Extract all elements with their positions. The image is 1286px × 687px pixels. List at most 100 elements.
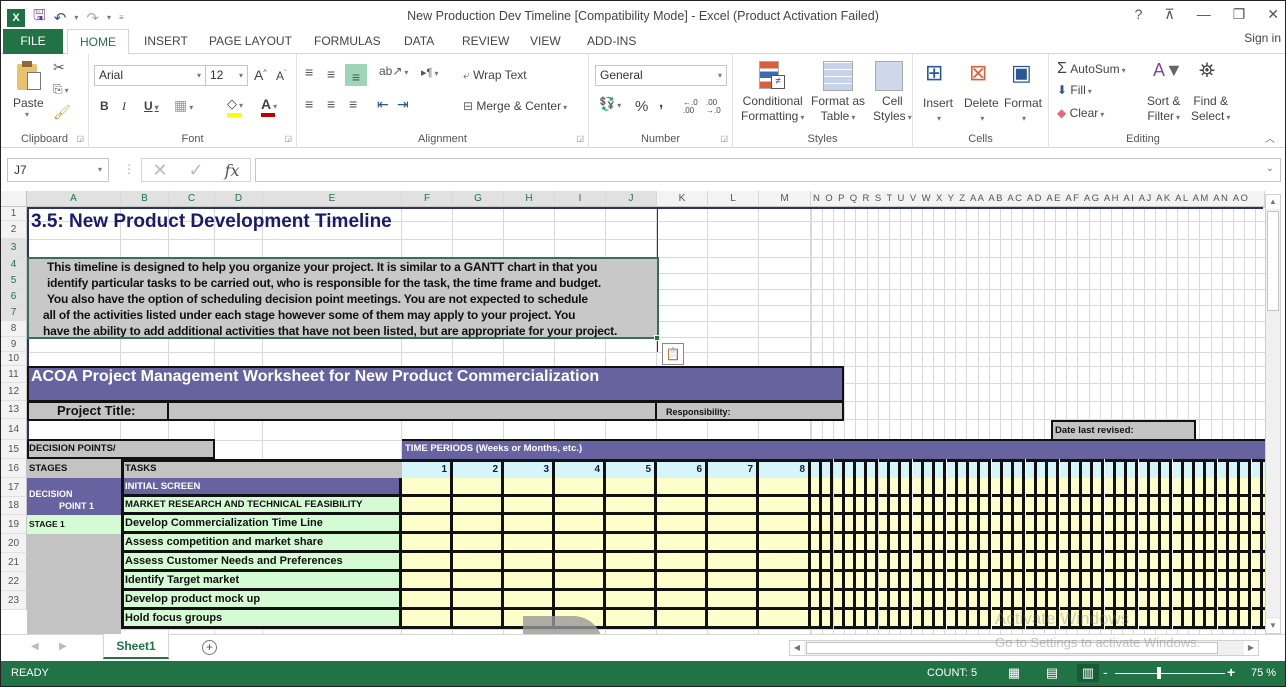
gantt-cell[interactable] <box>856 553 867 572</box>
merge-center-button[interactable]: ⊟ Merge & Center ▾ <box>463 99 567 113</box>
time-period-cell[interactable] <box>969 459 980 478</box>
gantt-cell[interactable] <box>879 515 890 534</box>
gantt-cell[interactable] <box>1105 591 1116 610</box>
gantt-cell[interactable] <box>969 591 980 610</box>
conditional-formatting-button[interactable]: Conditional Formatting ▾ <box>741 94 804 125</box>
gantt-cell[interactable] <box>992 534 1003 553</box>
time-period-cell[interactable] <box>935 459 946 478</box>
gantt-cell[interactable] <box>1150 610 1161 629</box>
gantt-cell[interactable] <box>657 497 708 515</box>
gantt-cell[interactable] <box>1173 497 1184 515</box>
gantt-cell[interactable] <box>992 553 1003 572</box>
gantt-cell[interactable] <box>1082 497 1093 515</box>
gantt-cell[interactable] <box>913 478 924 497</box>
gantt-cell[interactable] <box>958 515 969 534</box>
time-period-cell[interactable] <box>1184 459 1195 478</box>
time-period-cell[interactable] <box>1082 459 1093 478</box>
gantt-cell[interactable] <box>1003 478 1014 497</box>
column-header[interactable]: E <box>263 191 402 207</box>
gantt-cell[interactable] <box>845 497 856 515</box>
gantt-cell[interactable] <box>834 572 845 591</box>
gantt-cell[interactable] <box>1127 534 1138 553</box>
vertical-scroll-thumb[interactable] <box>1267 211 1279 311</box>
gantt-cell[interactable] <box>901 610 912 629</box>
gantt-cell[interactable] <box>1195 515 1206 534</box>
gantt-cell[interactable] <box>1206 572 1217 591</box>
row-header[interactable]: 11 <box>1 366 27 383</box>
gantt-cell[interactable] <box>958 497 969 515</box>
gantt-cell[interactable] <box>901 497 912 515</box>
gantt-cell[interactable] <box>1071 478 1082 497</box>
gantt-cell[interactable] <box>402 610 453 629</box>
alignment-launcher-icon[interactable]: ◲ <box>576 134 584 143</box>
gantt-cell[interactable] <box>1116 534 1127 553</box>
gantt-cell[interactable] <box>1093 478 1104 497</box>
gantt-cell[interactable] <box>402 515 453 534</box>
time-period-cell[interactable] <box>924 459 935 478</box>
gantt-cell[interactable] <box>811 610 822 629</box>
gantt-cell[interactable] <box>708 515 759 534</box>
gantt-cell[interactable] <box>822 610 833 629</box>
gantt-cell[interactable] <box>657 534 708 553</box>
time-period-cell[interactable] <box>1060 459 1071 478</box>
paste-options-icon[interactable]: 📋 <box>662 343 684 365</box>
gantt-cell[interactable] <box>1071 497 1082 515</box>
gantt-cell[interactable] <box>1105 515 1116 534</box>
gantt-cell[interactable] <box>657 572 708 591</box>
gantt-cell[interactable] <box>980 497 991 515</box>
time-period-cell[interactable] <box>947 459 958 478</box>
gantt-cell[interactable] <box>504 591 555 610</box>
gantt-cell[interactable] <box>1116 497 1127 515</box>
gantt-cell[interactable] <box>1105 478 1116 497</box>
gantt-cell[interactable] <box>822 553 833 572</box>
gantt-cell[interactable] <box>759 572 811 591</box>
gantt-cell[interactable] <box>867 553 878 572</box>
gantt-cell[interactable] <box>1071 515 1082 534</box>
gantt-cell[interactable] <box>1195 534 1206 553</box>
clipboard-launcher-icon[interactable]: ◲ <box>76 134 84 143</box>
align-right-icon[interactable]: ≡ <box>349 96 357 112</box>
gantt-cell[interactable] <box>1173 534 1184 553</box>
time-period-cell[interactable] <box>879 459 890 478</box>
gantt-cell[interactable] <box>1127 591 1138 610</box>
gantt-cell[interactable] <box>879 478 890 497</box>
gantt-cell[interactable] <box>947 610 958 629</box>
gantt-cell[interactable] <box>1003 534 1014 553</box>
gantt-cell[interactable] <box>1082 572 1093 591</box>
gantt-cell[interactable] <box>1161 591 1172 610</box>
gantt-cell[interactable] <box>1173 515 1184 534</box>
gantt-cell[interactable] <box>811 515 822 534</box>
gantt-cell[interactable] <box>1173 591 1184 610</box>
increase-indent-icon[interactable]: ⇥ <box>397 96 409 113</box>
gantt-cell[interactable] <box>1240 572 1251 591</box>
gantt-cell[interactable] <box>890 610 901 629</box>
gantt-cell[interactable] <box>867 610 878 629</box>
gantt-cell[interactable] <box>1150 515 1161 534</box>
fill-handle[interactable] <box>654 335 660 341</box>
align-top-icon[interactable]: ≡ <box>305 64 313 80</box>
gantt-cell[interactable] <box>1240 497 1251 515</box>
gantt-cell[interactable] <box>1206 515 1217 534</box>
gantt-cell[interactable] <box>1105 534 1116 553</box>
gantt-cell[interactable] <box>1116 572 1127 591</box>
gantt-cell[interactable] <box>822 572 833 591</box>
gantt-cell[interactable] <box>1060 610 1071 629</box>
gantt-cell[interactable] <box>1082 515 1093 534</box>
gantt-cell[interactable] <box>811 553 822 572</box>
gantt-cell[interactable] <box>867 572 878 591</box>
gantt-cell[interactable] <box>969 610 980 629</box>
add-sheet-button[interactable]: + <box>202 640 217 655</box>
page-layout-view-icon[interactable]: ▤ <box>1041 664 1063 682</box>
gantt-cell[interactable] <box>890 572 901 591</box>
gantt-cell[interactable] <box>901 515 912 534</box>
gantt-cell[interactable] <box>402 478 453 497</box>
insert-button[interactable]: Insert ▾ <box>923 96 953 126</box>
gantt-cell[interactable] <box>1229 572 1240 591</box>
gantt-cell[interactable] <box>924 591 935 610</box>
gantt-cell[interactable] <box>1116 610 1127 629</box>
fill-color-button[interactable]: ◇ ▾ <box>227 96 243 117</box>
gantt-cell[interactable] <box>1184 610 1195 629</box>
time-period-cell[interactable] <box>992 459 1003 478</box>
gantt-cell[interactable] <box>555 553 606 572</box>
gantt-cell[interactable] <box>1026 497 1037 515</box>
